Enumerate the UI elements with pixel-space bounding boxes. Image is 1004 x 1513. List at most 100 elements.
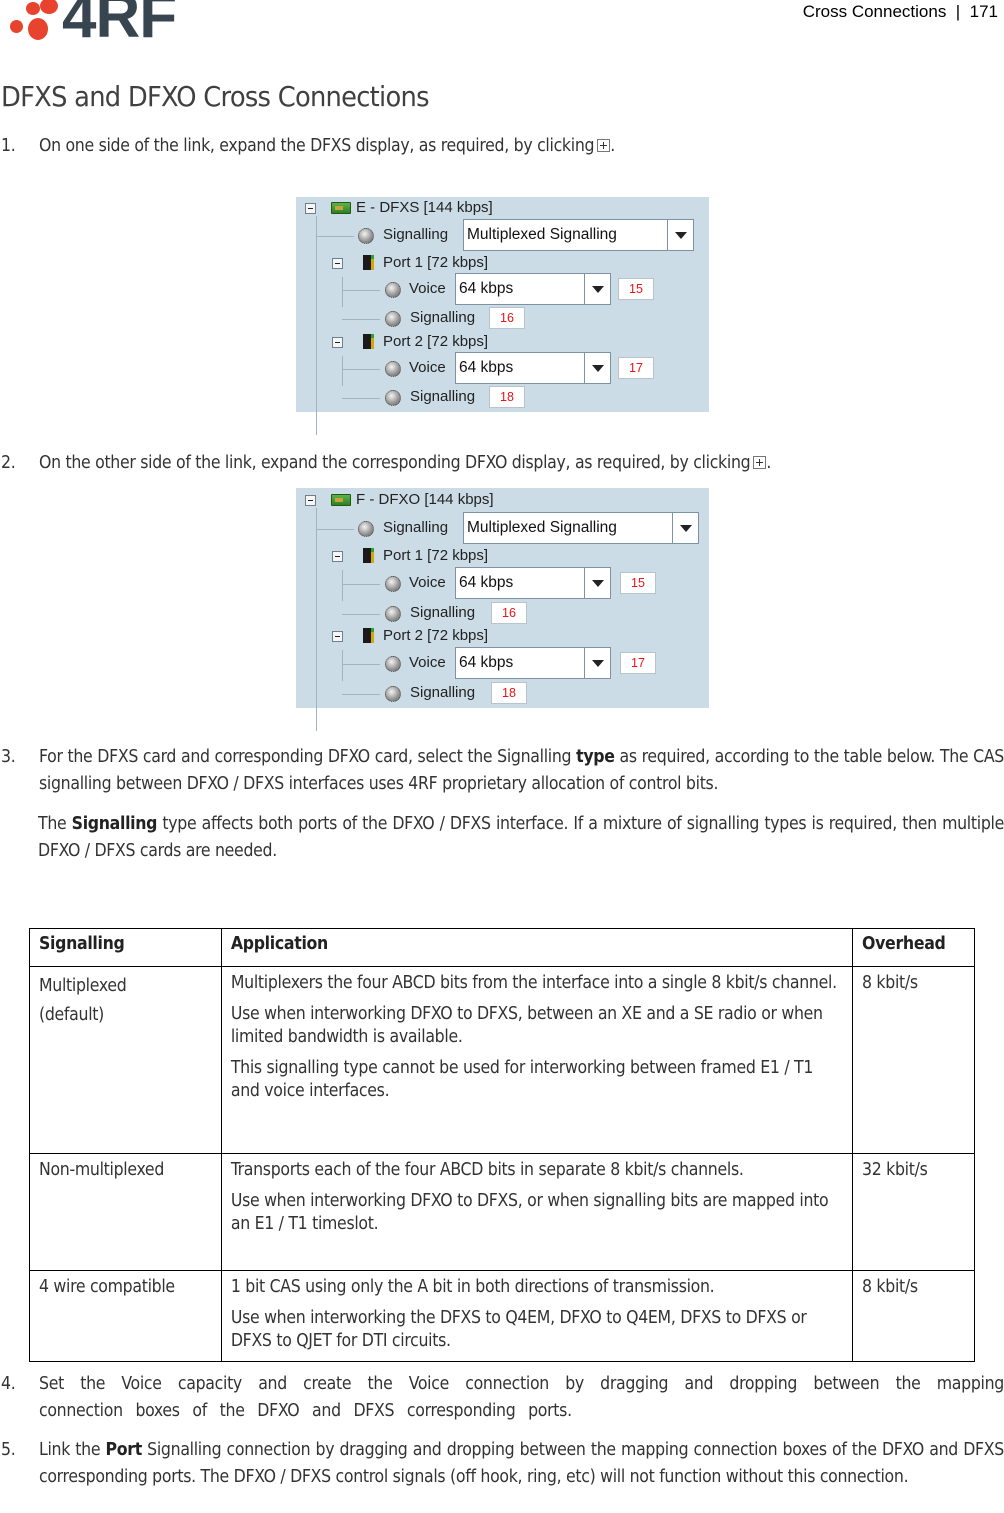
- voice-label: Voice: [409, 654, 446, 671]
- port-icon: [363, 628, 374, 643]
- collapse-icon[interactable]: [332, 551, 343, 562]
- card-icon: [331, 494, 351, 506]
- voice-label: Voice: [409, 574, 446, 591]
- voice-capacity-select[interactable]: 64 kbps: [455, 352, 611, 384]
- knob-icon: [385, 311, 401, 327]
- knob-icon: [385, 282, 401, 298]
- logo-wordmark: 4RF: [62, 0, 177, 51]
- expand-plus-icon: [753, 456, 767, 469]
- signalling-type-select[interactable]: Multiplexed Signalling: [463, 512, 699, 544]
- knob-icon: [358, 521, 374, 537]
- bold-run: Port: [105, 1440, 142, 1460]
- port-icon: [363, 548, 374, 563]
- port-label[interactable]: Port 2 [72 kbps]: [383, 624, 488, 648]
- cell-line: Multiplexed: [39, 976, 127, 996]
- card-label[interactable]: E - DFXS [144 kbps]: [356, 196, 493, 220]
- signalling-label: Signalling: [383, 226, 449, 243]
- collapse-icon[interactable]: [332, 258, 343, 269]
- dropdown-arrow-icon[interactable]: [584, 353, 610, 383]
- voice-mapping-box[interactable]: 17: [620, 652, 656, 674]
- port-label[interactable]: Port 1 [72 kbps]: [383, 251, 488, 275]
- cell-paragraph: Use when interworking DFXO to DFXS, betw…: [230, 1004, 823, 1047]
- tree-line: [342, 570, 343, 601]
- cell-line: 4 wire compatible: [39, 1277, 175, 1297]
- cell-application: 1 bit CAS using only the A bit in both d…: [220, 1270, 854, 1362]
- voice-capacity-select[interactable]: 64 kbps: [455, 567, 611, 599]
- voice-capacity-select[interactable]: 64 kbps: [455, 273, 611, 305]
- dropdown-arrow-icon[interactable]: [584, 568, 610, 598]
- signalling-mapping-box[interactable]: 16: [489, 307, 525, 329]
- port-label[interactable]: Port 2 [72 kbps]: [383, 330, 488, 354]
- port-signalling-label: Signalling: [410, 309, 476, 326]
- logo-dot: [26, 2, 40, 15]
- cell-paragraph: This signalling type cannot be used for …: [230, 1058, 814, 1101]
- signalling-type-select[interactable]: Multiplexed Signalling: [463, 219, 694, 251]
- dropdown-arrow-icon[interactable]: [584, 274, 610, 304]
- tree-line: [342, 319, 380, 320]
- signalling-mapping-box[interactable]: 16: [491, 602, 527, 624]
- cell-line: Non-multiplexed: [39, 1160, 165, 1180]
- collapse-icon[interactable]: [332, 337, 343, 348]
- cell-overhead: 8 kbit/s: [852, 966, 975, 1154]
- voice-mapping-box[interactable]: 17: [618, 357, 654, 379]
- cell-application: Transports each of the four ABCD bits in…: [220, 1153, 854, 1271]
- knob-icon: [385, 686, 401, 702]
- signalling-mapping-box[interactable]: 18: [489, 386, 525, 408]
- step-number: 2.: [1, 453, 16, 473]
- cell-signalling: Multiplexed (default): [29, 966, 222, 1154]
- dropdown-arrow-icon[interactable]: [584, 648, 610, 678]
- text-run: The: [38, 814, 72, 834]
- text-run: Link the: [39, 1440, 106, 1460]
- text-run: For the DFXS card and corresponding DFXO…: [39, 747, 577, 767]
- logo-dot: [28, 18, 48, 40]
- select-value: 64 kbps: [459, 280, 514, 297]
- signalling-table: Signalling Application Overhead Multiple…: [29, 928, 975, 1362]
- tree-line: [316, 216, 317, 435]
- knob-icon: [385, 361, 401, 377]
- punct: .: [766, 453, 772, 473]
- select-value: 64 kbps: [459, 359, 514, 376]
- collapse-icon[interactable]: [305, 203, 316, 214]
- header-application: Application: [220, 928, 854, 967]
- port-signalling-label: Signalling: [410, 388, 476, 405]
- tree-line: [342, 650, 343, 681]
- logo-dot: [40, 0, 58, 14]
- cell-paragraph: 1 bit CAS using only the A bit in both d…: [230, 1277, 715, 1297]
- port-icon: [363, 334, 374, 349]
- bold-run: type: [576, 747, 615, 767]
- collapse-icon[interactable]: [332, 631, 343, 642]
- voice-mapping-box[interactable]: 15: [618, 278, 654, 300]
- tree-line: [342, 614, 380, 615]
- dropdown-arrow-icon[interactable]: [667, 220, 693, 250]
- voice-mapping-box[interactable]: 15: [620, 572, 656, 594]
- step-note: The Signalling type affects both ports o…: [38, 811, 1004, 865]
- tree-line: [342, 398, 380, 399]
- dropdown-arrow-icon[interactable]: [672, 513, 698, 543]
- step-text: For the DFXS card and corresponding DFXO…: [39, 744, 1004, 798]
- card-icon: [331, 202, 351, 214]
- tree-line: [342, 290, 380, 291]
- cell-signalling: Non-multiplexed: [29, 1153, 222, 1271]
- punct: .: [610, 136, 615, 156]
- tree-line: [316, 508, 317, 731]
- collapse-icon[interactable]: [305, 495, 316, 506]
- step-text: On one side of the link, expand the DFXS…: [39, 136, 595, 156]
- select-value: Multiplexed Signalling: [467, 226, 617, 243]
- cell-paragraph: Multiplexers the four ABCD bits from the…: [230, 973, 837, 993]
- cell-paragraph: Use when interworking DFXO to DFXS, or w…: [230, 1191, 829, 1234]
- tree-line: [316, 529, 354, 530]
- dfxs-tree-panel: E - DFXS [144 kbps] Signalling Multiplexed…: [296, 196, 709, 435]
- step-text: On the other side of the link, expand th…: [39, 453, 751, 473]
- knob-icon: [385, 656, 401, 672]
- card-label[interactable]: F - DFXO [144 kbps]: [356, 488, 494, 512]
- cell-application: Multiplexers the four ABCD bits from the…: [220, 966, 854, 1154]
- step-number: 4.: [1, 1374, 16, 1394]
- step-number: 3.: [1, 747, 16, 767]
- signalling-mapping-box[interactable]: 18: [491, 682, 527, 704]
- cell-overhead: 8 kbit/s: [852, 1270, 975, 1362]
- expand-plus-icon: [597, 139, 611, 152]
- voice-capacity-select[interactable]: 64 kbps: [455, 647, 611, 679]
- step-text: Link the Port Signalling connection by d…: [39, 1437, 1004, 1491]
- port-label[interactable]: Port 1 [72 kbps]: [383, 544, 488, 568]
- select-value: Multiplexed Signalling: [467, 519, 617, 536]
